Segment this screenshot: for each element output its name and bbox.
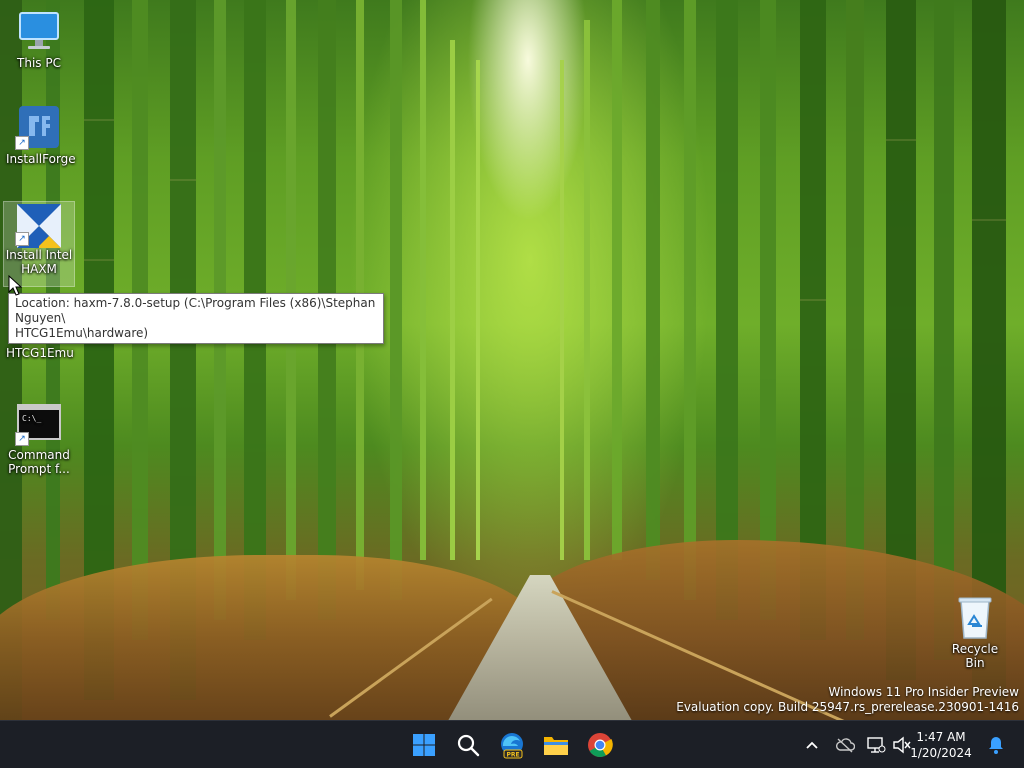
clock-date: 1/20/2024 — [910, 746, 972, 760]
windows-start-icon — [413, 734, 435, 756]
taskbar-edge-preview-button[interactable]: PRE — [494, 727, 530, 763]
recycle-bin-icon — [951, 596, 999, 640]
tray-overflow-button[interactable] — [800, 721, 824, 769]
mouse-cursor-icon — [8, 275, 22, 296]
taskbar-clock[interactable]: 1:47 AM 1/20/2024 — [906, 729, 976, 761]
desktop-icon-label: Recycle Bin — [951, 642, 999, 670]
tray-onedrive-button[interactable] — [832, 721, 858, 769]
wallpaper-grass-left — [0, 555, 540, 720]
notification-button[interactable] — [984, 721, 1008, 769]
taskbar-search-button[interactable] — [450, 727, 486, 763]
desktop-icon-install-intel-haxm[interactable]: ↗ Install Intel HAXM — [3, 201, 75, 287]
desktop-icon-this-pc[interactable]: This PC — [6, 10, 72, 70]
desktop-icon-label: Install Intel HAXM — [5, 248, 73, 276]
evaluation-watermark: Windows 11 Pro Insider Preview Evaluatio… — [676, 685, 1019, 715]
taskbar-file-explorer-button[interactable] — [538, 727, 574, 763]
folder-icon — [544, 737, 568, 755]
cmd-icon: C:\_ ↗ — [15, 402, 63, 446]
clock-time: 1:47 AM — [916, 730, 966, 744]
desktop-icon-label: HTCG1Emu — [6, 346, 74, 360]
desktop-icon-installforge[interactable]: ↗ InstallForge — [6, 106, 76, 166]
desktop-icon-label: This PC — [17, 56, 61, 70]
installforge-icon: ↗ — [15, 106, 63, 150]
shortcut-arrow-icon: ↗ — [15, 136, 29, 150]
bell-icon — [989, 737, 1003, 754]
monitor-icon — [15, 10, 63, 54]
network-icon — [867, 737, 886, 753]
search-icon — [457, 734, 480, 757]
cloud-offline-icon — [836, 738, 855, 753]
tray-network-button[interactable] — [864, 721, 888, 769]
watermark-line: Evaluation copy. Build 25947.rs_prerelea… — [676, 700, 1019, 714]
taskbar: PRE 1:47 AM 1/20/2024 — [0, 720, 1024, 768]
desktop-icon-command-prompt[interactable]: C:\_ ↗ Command Prompt f... — [6, 402, 72, 476]
haxm-installer-icon: ↗ — [15, 202, 63, 248]
edge-pre-badge: PRE — [506, 752, 519, 759]
tooltip-line: Location: haxm-7.8.0-setup (C:\Program F… — [15, 296, 376, 325]
desktop-icon-label: InstallForge — [6, 152, 76, 166]
shortcut-arrow-icon: ↗ — [15, 432, 29, 446]
desktop-icon-recycle-bin[interactable]: Recycle Bin — [942, 596, 1008, 670]
svg-text:C:\_: C:\_ — [22, 414, 41, 423]
desktop[interactable]: This PC ↗ InstallForge ↗ Install Intel H… — [0, 0, 1024, 720]
taskbar-start-button[interactable] — [406, 727, 442, 763]
tooltip-line: HTCG1Emu\hardware) — [15, 326, 149, 340]
chrome-icon — [588, 733, 613, 758]
chevron-up-icon — [806, 741, 818, 749]
desktop-icon-label: Command Prompt f... — [8, 448, 70, 476]
edge-pre-icon: PRE — [501, 733, 523, 759]
shortcut-arrow-icon: ↗ — [15, 232, 29, 246]
tooltip-location: Location: haxm-7.8.0-setup (C:\Program F… — [8, 293, 384, 344]
watermark-line: Windows 11 Pro Insider Preview — [828, 685, 1019, 699]
taskbar-chrome-button[interactable] — [582, 727, 618, 763]
